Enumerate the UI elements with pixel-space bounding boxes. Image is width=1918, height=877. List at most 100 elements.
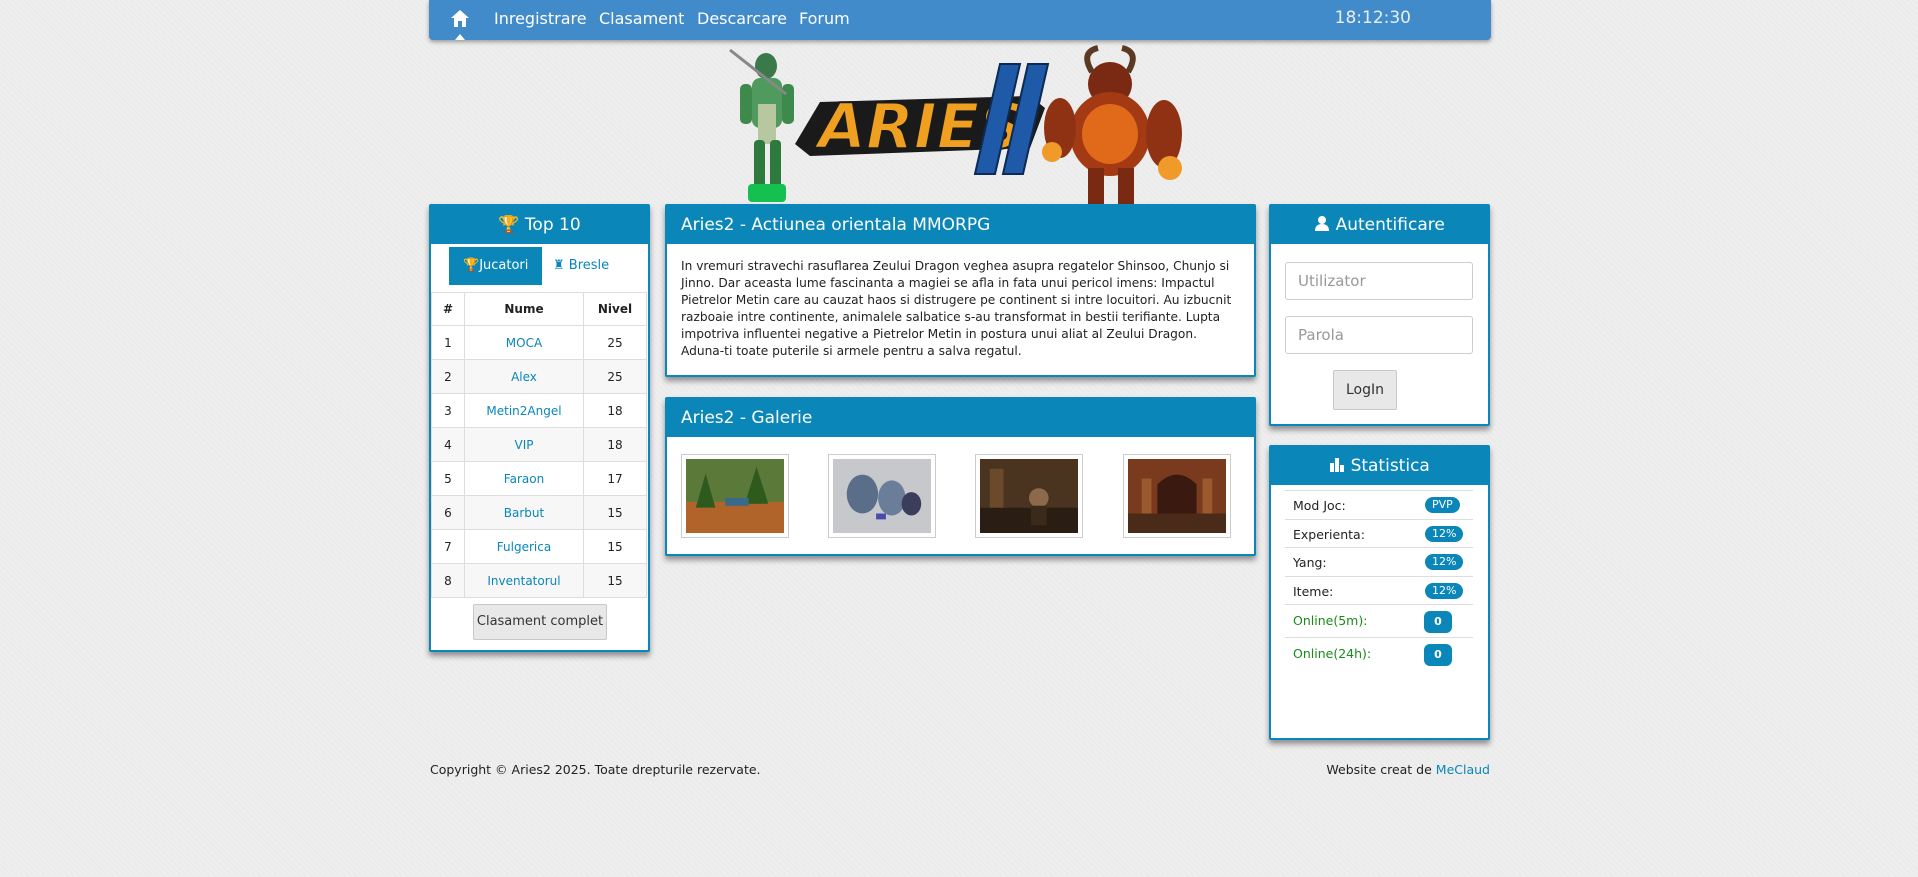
login-button[interactable]: LogIn <box>1333 370 1397 410</box>
level-cell: 18 <box>583 393 647 428</box>
warrior-figure-icon <box>729 48 794 202</box>
name-cell[interactable]: Fulgerica <box>464 529 584 564</box>
rook-icon: ♜ <box>553 258 565 273</box>
full-ranking-button[interactable]: Clasament complet <box>473 604 607 640</box>
stat-badge: 12% <box>1425 554 1464 570</box>
level-cell: 15 <box>583 495 647 530</box>
stat-label: Online(24h): <box>1293 646 1372 661</box>
tab-jucatori-label: Jucatori <box>479 258 529 273</box>
rank-cell: 2 <box>431 359 465 394</box>
tab-jucatori[interactable]: 🏆Jucatori <box>449 247 543 285</box>
name-cell[interactable]: Barbut <box>464 495 584 530</box>
bar-chart-icon <box>1329 456 1350 476</box>
rank-cell: 7 <box>431 529 465 564</box>
table-row: 8 Inventatorul 15 <box>431 563 647 598</box>
col-level: Nivel <box>583 292 647 326</box>
login-title: Autentificare <box>1335 215 1445 235</box>
name-cell[interactable]: Inventatorul <box>464 563 584 598</box>
article-panel: Aries2 - Actiunea orientala MMORPG In vr… <box>665 204 1256 377</box>
stat-row: Mod Joc: PVP <box>1285 490 1473 520</box>
stats-panel: Statistica Mod Joc: PVP Experienta: 12% Yang… <box>1269 445 1490 740</box>
footer-copyright: Copyright © Aries2 2025. Toate drepturil… <box>430 762 761 777</box>
tab-bresle[interactable]: ♜ Bresle <box>539 247 623 285</box>
username-input[interactable] <box>1285 262 1473 300</box>
login-header: Autentificare <box>1271 206 1488 244</box>
home-icon[interactable] <box>449 8 471 32</box>
top10-header: 🏆 Top 10 <box>431 206 648 244</box>
trophy-icon: 🏆 <box>463 258 480 273</box>
stat-label: Online(5m): <box>1293 613 1368 628</box>
name-cell[interactable]: Metin2Angel <box>464 393 584 428</box>
rank-cell: 8 <box>431 563 465 598</box>
level-cell: 25 <box>583 325 647 360</box>
table-row: 4 VIP 18 <box>431 427 647 462</box>
nav-item-descarcare[interactable]: Descarcare <box>697 9 787 28</box>
stat-label: Mod Joc: <box>1293 498 1346 513</box>
level-cell: 15 <box>583 529 647 564</box>
stat-badge: 0 <box>1424 644 1452 666</box>
table-row: 6 Barbut 15 <box>431 495 647 530</box>
user-icon <box>1314 215 1335 235</box>
level-cell: 18 <box>583 427 647 462</box>
table-row: 3 Metin2Angel 18 <box>431 393 647 428</box>
server-clock: 18:12:30 <box>1334 8 1411 28</box>
top10-panel: 🏆 Top 10 🏆Jucatori ♜ Bresle # Nume Nivel… <box>429 204 650 652</box>
aries-logo-icon: ARIES <box>795 63 1050 175</box>
article-body: In vremuri stravechi rasuflarea Zeului D… <box>681 259 1232 358</box>
gallery-thumb-1[interactable] <box>681 454 789 538</box>
top10-title: Top 10 <box>524 215 581 235</box>
level-cell: 17 <box>583 461 647 496</box>
gallery-thumb-2[interactable] <box>828 454 936 538</box>
gallery-thumb-3[interactable] <box>975 454 1083 538</box>
stat-label: Experienta: <box>1293 527 1365 542</box>
name-cell[interactable]: MOCA <box>464 325 584 360</box>
col-rank: # <box>431 292 465 326</box>
footer-credit: Website creat de MeClaud <box>1326 762 1490 777</box>
table-row: 5 Faraon 17 <box>431 461 647 496</box>
stat-row: Online(5m): 0 <box>1285 604 1473 638</box>
rank-cell: 4 <box>431 427 465 462</box>
nav-item-clasament[interactable]: Clasament <box>599 9 684 28</box>
stat-badge: PVP <box>1425 497 1460 513</box>
table-row: 7 Fulgerica 15 <box>431 529 647 564</box>
active-caret-icon <box>455 34 465 40</box>
stat-row: Experienta: 12% <box>1285 519 1473 548</box>
rank-cell: 3 <box>431 393 465 428</box>
stat-row: Online(24h): 0 <box>1285 637 1473 671</box>
article-title: Aries2 - Actiunea orientala MMORPG <box>667 206 1254 244</box>
banner-logo: ARIES <box>700 44 1220 204</box>
name-cell[interactable]: VIP <box>464 427 584 462</box>
gallery-title: Aries2 - Galerie <box>667 399 1254 437</box>
footer-credit-prefix: Website creat de <box>1326 762 1436 777</box>
rank-cell: 5 <box>431 461 465 496</box>
stat-row: Yang: 12% <box>1285 547 1473 577</box>
login-panel: Autentificare LogIn <box>1269 204 1490 426</box>
stat-badge: 12% <box>1425 526 1464 542</box>
stats-header: Statistica <box>1271 447 1488 485</box>
level-cell: 25 <box>583 359 647 394</box>
trophy-icon: 🏆 <box>498 215 520 235</box>
stat-row: Iteme: 12% <box>1285 576 1473 605</box>
table-row: 2 Alex 25 <box>431 359 647 394</box>
gallery-panel: Aries2 - Galerie <box>665 397 1256 556</box>
nav-item-forum[interactable]: Forum <box>799 9 850 28</box>
name-cell[interactable]: Faraon <box>464 461 584 496</box>
rank-cell: 1 <box>431 325 465 360</box>
tab-bresle-label: Bresle <box>568 258 610 273</box>
level-cell: 15 <box>583 563 647 598</box>
demon-figure-icon <box>1042 45 1182 204</box>
stats-title: Statistica <box>1350 456 1430 476</box>
nav-item-inregistrare[interactable]: Inregistrare <box>494 9 587 28</box>
name-cell[interactable]: Alex <box>464 359 584 394</box>
stat-label: Iteme: <box>1293 584 1334 599</box>
stat-badge: 12% <box>1425 583 1464 599</box>
stat-label: Yang: <box>1293 555 1327 570</box>
table-row: 1 MOCA 25 <box>431 325 647 360</box>
top10-table: # Nume Nivel 1 MOCA 25 2 Alex 25 3 Metin2Angel 1… <box>431 292 647 598</box>
password-input[interactable] <box>1285 316 1473 354</box>
footer-credit-link[interactable]: MeClaud <box>1436 762 1490 777</box>
col-name: Nume <box>464 292 584 326</box>
stat-badge: 0 <box>1424 611 1452 633</box>
gallery-thumb-4[interactable] <box>1123 454 1231 538</box>
rank-cell: 6 <box>431 495 465 530</box>
